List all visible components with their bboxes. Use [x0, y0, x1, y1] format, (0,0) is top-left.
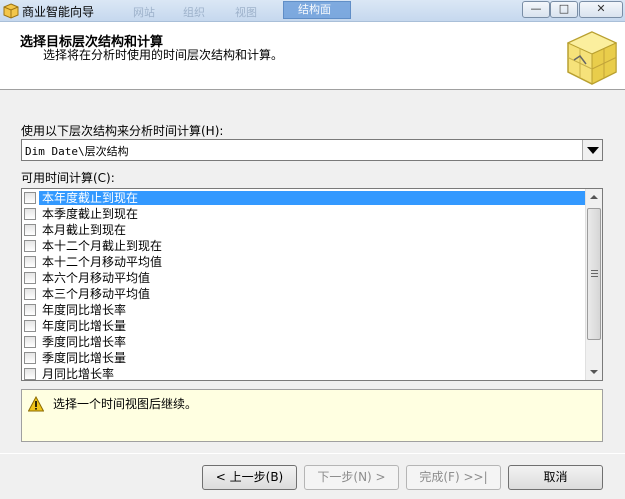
ghost-menu-item: 组织 [183, 6, 205, 19]
grip-icon [591, 270, 598, 277]
item-checkbox[interactable] [24, 352, 36, 364]
wizard-header: 选择目标层次结构和计算 选择将在分析时使用的时间层次结构和计算。 [0, 22, 625, 90]
item-label: 本季度截止到现在 [42, 207, 139, 221]
back-button[interactable]: < 上一步(B) [202, 465, 297, 490]
list-item[interactable]: 季度同比增长量 [22, 350, 584, 366]
ghost-menu-item: 视图 [235, 6, 257, 19]
list-item[interactable]: 本年度截止到现在 [22, 190, 585, 206]
calculations-list[interactable]: 本年度截止到现在 本季度截止到现在 本月截止到现在 本十二个月截止到现在 本十二… [21, 188, 603, 381]
item-checkbox[interactable] [24, 240, 36, 252]
item-label: 本三个月移动平均值 [42, 287, 151, 301]
item-checkbox[interactable] [24, 208, 36, 220]
message-text: 选择一个时间视图后继续。 [53, 397, 198, 411]
list-item[interactable]: 季度同比增长率 [22, 334, 584, 350]
list-item[interactable]: 月同比增长率 [22, 366, 584, 381]
chevron-down-icon[interactable] [582, 140, 602, 160]
item-checkbox[interactable] [24, 288, 36, 300]
maximize-button[interactable]: □ [550, 1, 578, 18]
item-checkbox[interactable] [24, 272, 36, 284]
calculations-label: 可用时间计算(C): [21, 171, 115, 185]
cube-icon [566, 31, 618, 85]
list-item[interactable]: 本十二个月移动平均值 [22, 254, 584, 270]
list-item[interactable]: 年度同比增长量 [22, 318, 584, 334]
item-checkbox[interactable] [24, 368, 36, 380]
item-label: 月同比增长率 [42, 367, 115, 381]
next-button[interactable]: 下一步(N) > [304, 465, 399, 490]
page-subtitle: 选择将在分析时使用的时间层次结构和计算。 [43, 48, 284, 62]
scroll-thumb[interactable] [587, 208, 601, 340]
close-button[interactable]: ✕ [579, 1, 623, 18]
item-checkbox[interactable] [24, 256, 36, 268]
item-label: 年度同比增长率 [42, 303, 127, 317]
item-label: 季度同比增长率 [42, 335, 127, 349]
list-item[interactable]: 本三个月移动平均值 [22, 286, 584, 302]
ghost-menu-item: 网站 [133, 6, 155, 19]
scroll-down-icon[interactable] [586, 363, 602, 380]
item-checkbox[interactable] [24, 320, 36, 332]
ghost-menu-highlight: 结构面 [283, 1, 351, 19]
message-panel: 选择一个时间视图后继续。 [21, 389, 603, 442]
item-label: 本年度截止到现在 [39, 191, 585, 205]
list-item[interactable]: 年度同比增长率 [22, 302, 584, 318]
hierarchy-select-value: Dim Date\层次结构 [25, 145, 129, 158]
list-item[interactable]: 本季度截止到现在 [22, 206, 584, 222]
item-label: 本十二个月移动平均值 [42, 255, 163, 269]
item-label: 季度同比增长量 [42, 351, 127, 365]
item-checkbox[interactable] [24, 304, 36, 316]
hierarchy-label: 使用以下层次结构来分析时间计算(H): [21, 124, 224, 138]
list-item[interactable]: 本月截止到现在 [22, 222, 584, 238]
list-item[interactable]: 本六个月移动平均值 [22, 270, 584, 286]
title-bar[interactable]: 商业智能向导 网站 组织 视图 结构面 — □ ✕ [0, 0, 625, 22]
hierarchy-select[interactable]: Dim Date\层次结构 [21, 139, 603, 161]
item-label: 本月截止到现在 [42, 223, 127, 237]
window-title: 商业智能向导 [22, 5, 95, 19]
item-checkbox[interactable] [24, 224, 36, 236]
wizard-window: 商业智能向导 网站 组织 视图 结构面 — □ ✕ 选择目标层次结构和计算 选择… [0, 0, 625, 499]
app-cube-icon [3, 3, 19, 19]
list-item[interactable]: 本十二个月截止到现在 [22, 238, 584, 254]
item-label: 年度同比增长量 [42, 319, 127, 333]
item-checkbox[interactable] [24, 192, 36, 204]
item-label: 本六个月移动平均值 [42, 271, 151, 285]
scroll-up-icon[interactable] [586, 189, 602, 206]
footer-divider [0, 453, 625, 454]
finish-button[interactable]: 完成(F) >>| [406, 465, 501, 490]
list-scrollbar[interactable] [585, 189, 602, 380]
warning-icon [28, 396, 44, 412]
cancel-button[interactable]: 取消 [508, 465, 603, 490]
item-label: 本十二个月截止到现在 [42, 239, 163, 253]
item-checkbox[interactable] [24, 336, 36, 348]
minimize-button[interactable]: — [522, 1, 550, 18]
